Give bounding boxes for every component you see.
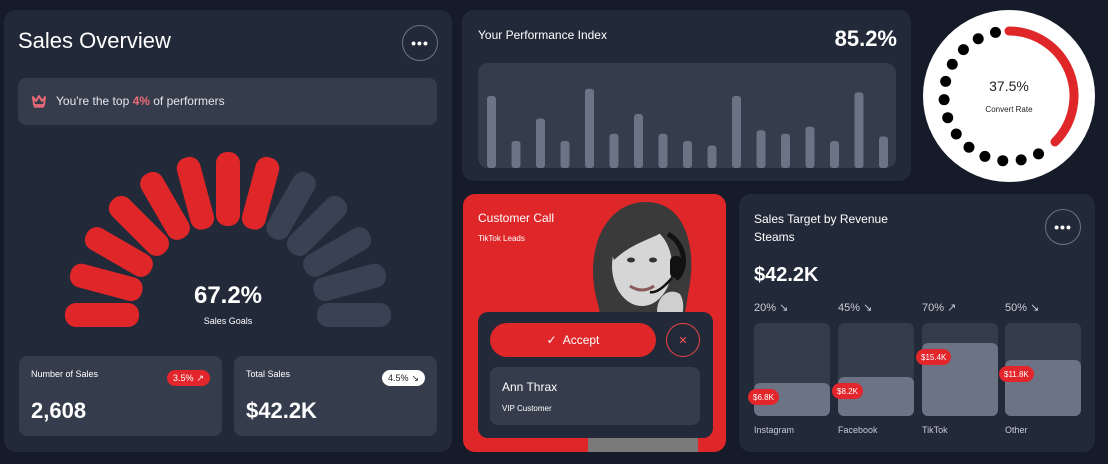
convert-rate-dot xyxy=(938,94,950,106)
performance-bar xyxy=(683,141,692,168)
performance-bar xyxy=(634,114,643,168)
number-of-sales-value: 2,608 xyxy=(31,398,87,423)
channel-amount-badge: $11.8K xyxy=(999,366,1034,382)
channel-name: Facebook xyxy=(838,425,878,435)
performance-bar xyxy=(511,141,521,168)
convert-rate-dot xyxy=(1033,148,1045,160)
channel-name: Instagram xyxy=(754,425,795,435)
total-sales-label: Total Sales xyxy=(246,369,291,379)
number-of-sales-change-badge: 3.5% ↗ xyxy=(166,370,210,386)
arrow-down-right-icon: ↘ xyxy=(779,302,789,314)
total-sales-value: $42.2K xyxy=(246,398,317,423)
convert-rate-dot xyxy=(972,33,984,45)
convert-rate-value: 37.5% xyxy=(989,78,1029,94)
convert-rate-dot xyxy=(979,150,991,162)
performance-index-card: Your Performance Index 85.2% xyxy=(462,10,911,181)
sales-target-card: Sales Target by Revenue Steams ••• $42.2… xyxy=(739,194,1095,452)
performance-bar xyxy=(756,130,766,168)
performance-bar xyxy=(585,88,594,168)
gauge-segment xyxy=(216,152,240,226)
performance-bar xyxy=(560,141,570,168)
number-of-sales-card: Number of Sales 3.5% ↗ 2,608 xyxy=(19,356,222,436)
sales-goals-label: Sales Goals xyxy=(203,316,253,326)
close-icon: ✕ xyxy=(678,334,688,347)
decline-call-button[interactable]: ✕ xyxy=(666,323,700,357)
sales-target-title: Sales Target by Revenue Steams xyxy=(754,212,888,244)
accept-call-button[interactable]: ✓ Accept xyxy=(490,323,656,357)
arrow-down-right-icon: ↘ xyxy=(411,372,419,383)
performance-bar xyxy=(707,145,717,168)
channel-bar-track xyxy=(838,323,914,416)
channel-amount-badge: $15.4K xyxy=(916,349,952,365)
sales-overview-card: Sales Overview ••• You're the top 4% of … xyxy=(4,10,452,452)
performance-bar xyxy=(732,96,741,168)
sales-goals-value: 67.2% xyxy=(193,282,263,309)
total-sales-card: Total Sales 4.5% ↘ $42.2K xyxy=(234,356,437,436)
channel-percent: 45% ↘ xyxy=(838,302,873,314)
channel-percent: 20% ↘ xyxy=(754,302,789,314)
performance-bar xyxy=(805,126,815,168)
channel-amount-badge: $8.2K xyxy=(832,383,863,399)
performance-bar xyxy=(781,133,790,168)
performance-bar xyxy=(609,133,619,168)
arrow-up-right-icon: ↗ xyxy=(947,302,957,314)
number-of-sales-label: Number of Sales xyxy=(31,369,99,379)
gauge-segment xyxy=(317,303,391,327)
channel-amount-badge: $6.8K xyxy=(748,389,779,405)
convert-rate-dot xyxy=(963,141,975,153)
convert-rate-dot xyxy=(957,44,969,56)
accept-button-label: Accept xyxy=(562,333,600,347)
convert-rate-dot xyxy=(946,58,958,70)
gauge-segment xyxy=(65,303,139,327)
channel-bar-track xyxy=(922,323,998,416)
performance-bar-chart xyxy=(478,63,896,168)
performance-index-value: 85.2% xyxy=(834,26,897,51)
convert-rate-label: Convert Rate xyxy=(985,105,1033,114)
caller-name: Ann Thrax xyxy=(502,380,558,394)
channel-name: Other xyxy=(1005,425,1028,435)
performance-bar xyxy=(658,133,668,168)
arrow-down-right-icon: ↘ xyxy=(863,302,873,314)
customer-call-card: Customer Call TikTok Leads ✓ Accept ✕ An… xyxy=(463,194,726,452)
check-icon: ✓ xyxy=(546,333,557,347)
convert-rate-dot xyxy=(1015,154,1027,166)
convert-rate-widget: 37.5% Convert Rate xyxy=(923,10,1095,182)
customer-call-subtitle: TikTok Leads xyxy=(478,234,525,243)
caller-role: VIP Customer xyxy=(502,404,552,413)
convert-rate-dot xyxy=(989,26,1001,38)
performance-bar xyxy=(854,92,864,168)
performance-index-title: Your Performance Index xyxy=(478,28,607,42)
arrow-down-right-icon: ↘ xyxy=(1030,302,1040,314)
performance-bar xyxy=(536,118,545,168)
channel-percent: 50% ↘ xyxy=(1005,302,1040,314)
customer-call-title: Customer Call xyxy=(478,211,555,225)
performance-bar xyxy=(879,136,888,168)
performance-bar xyxy=(487,96,496,168)
convert-rate-dot xyxy=(950,128,962,140)
sales-target-value: $42.2K xyxy=(754,264,819,286)
channel-name: TikTok xyxy=(922,425,948,435)
caller-contact-card[interactable]: Ann Thrax VIP Customer xyxy=(490,367,700,425)
arrow-up-right-icon: ↗ xyxy=(196,372,204,383)
more-dots-icon: ••• xyxy=(1054,219,1072,235)
total-sales-change-badge: 4.5% ↘ xyxy=(381,370,425,386)
convert-rate-dot xyxy=(997,155,1009,167)
channel-percent: 70% ↗ xyxy=(922,302,957,314)
call-action-panel: ✓ Accept ✕ Ann Thrax VIP Customer xyxy=(478,312,713,438)
performance-bar xyxy=(830,141,839,168)
sales-target-more-button[interactable]: ••• xyxy=(1045,209,1081,245)
